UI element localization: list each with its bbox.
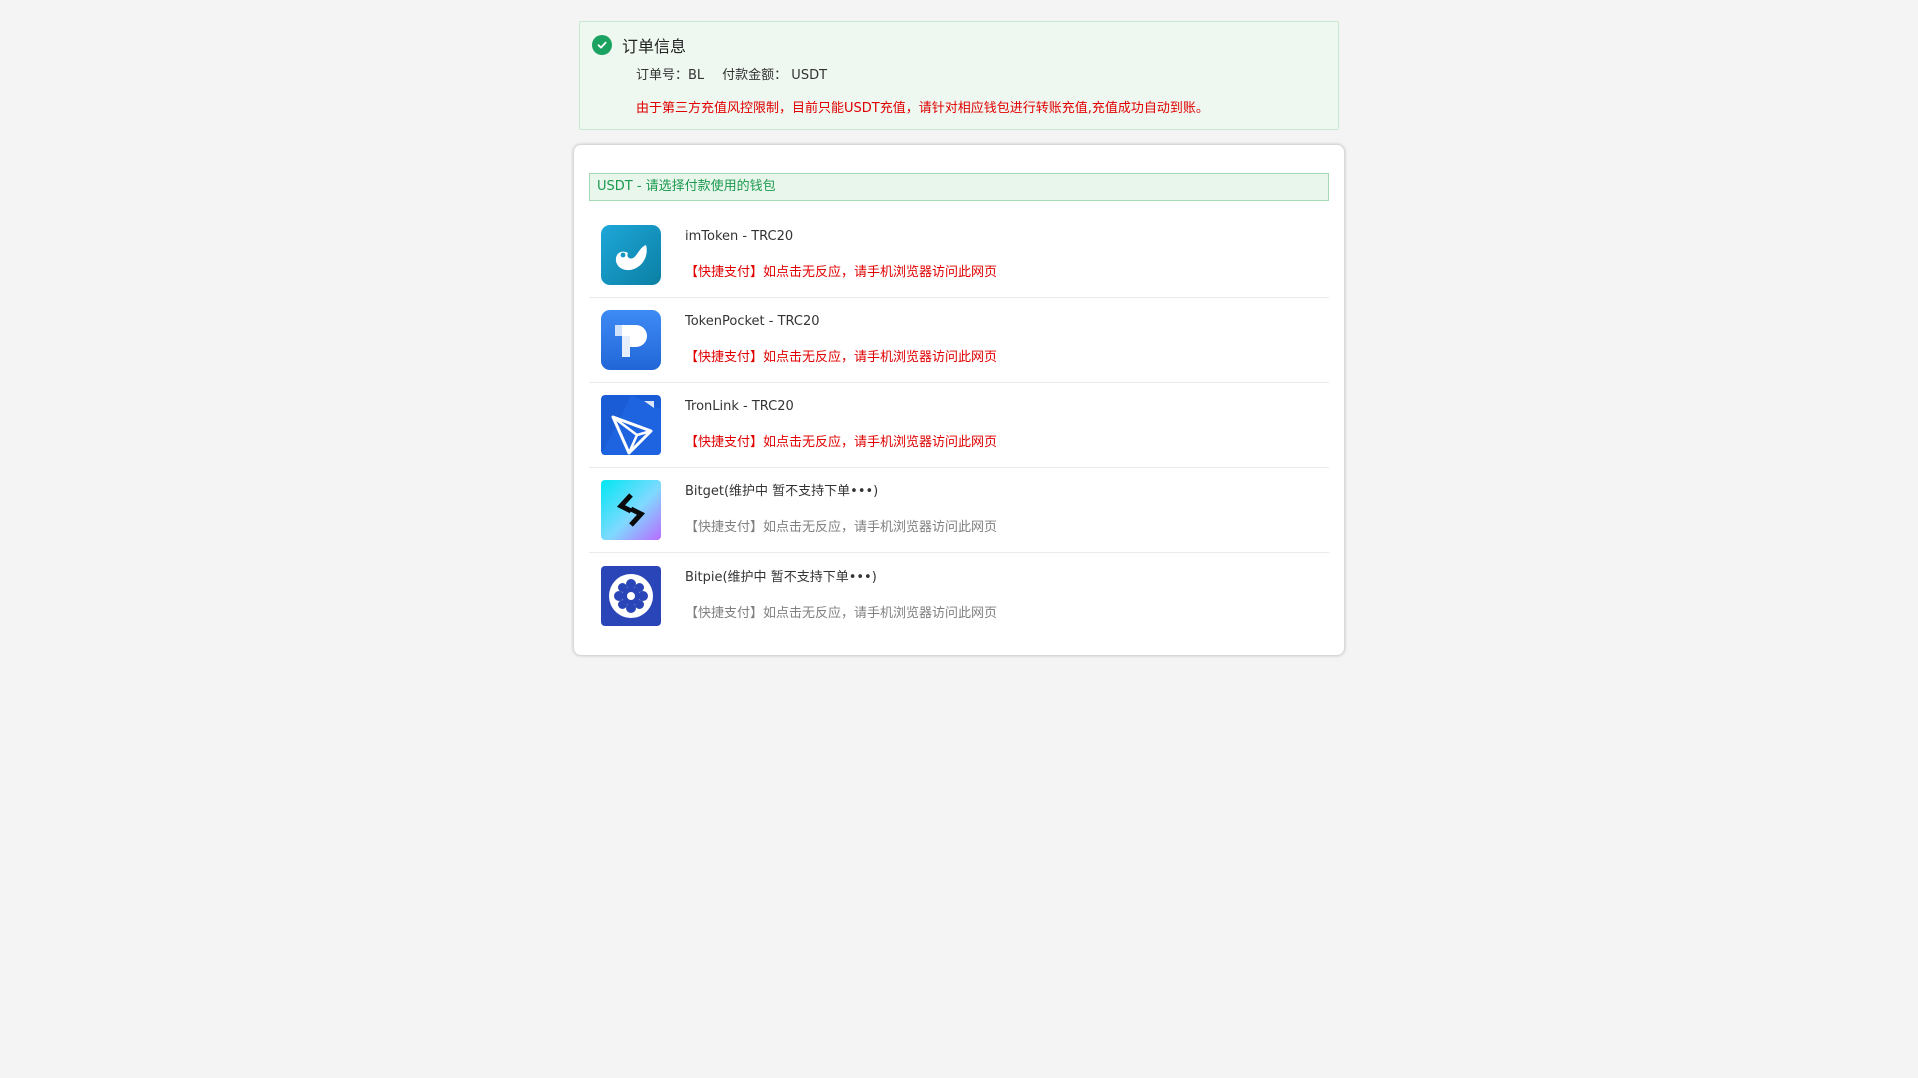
wallet-item-tokenpocket[interactable]: TokenPocket - TRC20 【快捷支付】如点击无反应，请手机浏览器访… — [589, 298, 1329, 383]
wallet-item-bitpie[interactable]: Bitpie(维护中 暂不支持下单•••) 【快捷支付】如点击无反应，请手机浏览… — [589, 553, 1329, 638]
imtoken-icon — [601, 225, 661, 285]
wallet-name: TronLink - TRC20 — [685, 399, 794, 414]
order-amount: 付款金额： USDT — [722, 68, 828, 83]
order-info-panel: 订单信息 订单号：BL 付款金额： USDT 由于第三方充值风控限制，目前只能U… — [579, 21, 1339, 130]
order-title: 订单信息 — [622, 37, 687, 56]
wallet-text: Bitpie(维护中 暂不支持下单•••) 【快捷支付】如点击无反应，请手机浏览… — [685, 568, 997, 624]
order-warning: 由于第三方充值风控限制，目前只能USDT充值，请针对相应钱包进行转账充值,充值成… — [636, 101, 1209, 116]
wallet-item-tronlink[interactable]: TronLink - TRC20 【快捷支付】如点击无反应，请手机浏览器访问此网… — [589, 383, 1329, 468]
bitget-icon — [601, 480, 661, 540]
wallet-text: imToken - TRC20 【快捷支付】如点击无反应，请手机浏览器访问此网页 — [685, 227, 997, 283]
wallet-text: Bitget(维护中 暂不支持下单•••) 【快捷支付】如点击无反应，请手机浏览… — [685, 482, 997, 538]
wallet-item-bitget[interactable]: Bitget(维护中 暂不支持下单•••) 【快捷支付】如点击无反应，请手机浏览… — [589, 468, 1329, 553]
wallet-list: imToken - TRC20 【快捷支付】如点击无反应，请手机浏览器访问此网页 — [589, 213, 1329, 638]
wallet-note: 【快捷支付】如点击无反应，请手机浏览器访问此网页 — [685, 435, 998, 450]
check-circle-icon — [592, 35, 612, 55]
tronlink-icon — [601, 395, 661, 455]
wallet-note: 【快捷支付】如点击无反应，请手机浏览器访问此网页 — [685, 520, 998, 535]
wallet-item-imtoken[interactable]: imToken - TRC20 【快捷支付】如点击无反应，请手机浏览器访问此网页 — [589, 213, 1329, 298]
wallet-section-header: USDT - 请选择付款使用的钱包 — [589, 173, 1329, 201]
order-title-row: 订单信息 — [592, 34, 1326, 56]
wallet-note: 【快捷支付】如点击无反应，请手机浏览器访问此网页 — [685, 350, 998, 365]
wallet-name: Bitpie(维护中 暂不支持下单•••) — [685, 569, 877, 585]
wallet-name: TokenPocket - TRC20 — [685, 314, 820, 329]
wallet-selection-card: USDT - 请选择付款使用的钱包 imToken - TRC20 【快捷支付】… — [573, 144, 1345, 656]
tokenpocket-icon — [601, 310, 661, 370]
wallet-text: TokenPocket - TRC20 【快捷支付】如点击无反应，请手机浏览器访… — [685, 312, 997, 368]
wallet-note: 【快捷支付】如点击无反应，请手机浏览器访问此网页 — [685, 265, 998, 280]
order-number: 订单号：BL — [636, 68, 705, 83]
wallet-name: imToken - TRC20 — [685, 229, 794, 244]
page-container: 订单信息 订单号：BL 付款金额： USDT 由于第三方充值风控限制，目前只能U… — [573, 21, 1345, 656]
order-meta: 订单号：BL 付款金额： USDT — [636, 64, 1326, 83]
bitpie-icon — [601, 565, 661, 626]
wallet-note: 【快捷支付】如点击无反应，请手机浏览器访问此网页 — [685, 605, 998, 621]
wallet-name: Bitget(维护中 暂不支持下单•••) — [685, 484, 879, 499]
wallet-text: TronLink - TRC20 【快捷支付】如点击无反应，请手机浏览器访问此网… — [685, 397, 997, 453]
